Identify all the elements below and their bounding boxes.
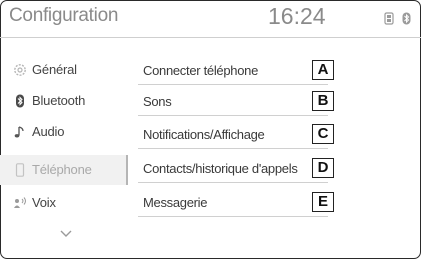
- divider: [138, 216, 328, 217]
- music-note-icon: [13, 125, 27, 139]
- menu-item-messaging[interactable]: Messagerie E: [138, 190, 338, 217]
- divider: [138, 84, 328, 85]
- menu-item-label: Messagerie: [143, 195, 208, 210]
- divider: [138, 115, 328, 116]
- sidebar-item-general[interactable]: Général: [0, 55, 128, 85]
- sidebar-item-bluetooth[interactable]: Bluetooth: [0, 86, 128, 116]
- divider: [138, 182, 328, 183]
- menu-item-label: Sons: [143, 94, 172, 109]
- sidebar-item-audio[interactable]: Audio: [0, 117, 128, 147]
- header-divider: [0, 37, 421, 38]
- callout-label: C: [312, 124, 334, 144]
- sidebar-item-voix[interactable]: Voix: [0, 188, 128, 218]
- page-title: Configuration: [9, 5, 119, 26]
- menu-item-label: Contacts/historique d'appels: [143, 161, 298, 176]
- bluetooth-icon: [402, 12, 411, 30]
- menu-item-connect-phone[interactable]: Connecter téléphone A: [138, 58, 338, 85]
- callout-label: D: [312, 158, 334, 178]
- menu-item-label: Notifications/Affichage: [143, 127, 265, 142]
- menu-item-label: Connecter téléphone: [143, 63, 259, 78]
- menu-item-notifications[interactable]: Notifications/Affichage C: [138, 122, 338, 149]
- settings-screen: Configuration 16:24 Général Bluetooth Au…: [0, 0, 421, 259]
- clock: 16:24: [268, 3, 326, 29]
- menu-item-sounds[interactable]: Sons B: [138, 89, 338, 116]
- sidebar-item-label: Voix: [32, 195, 56, 210]
- sidebar-item-label: Audio: [32, 124, 65, 139]
- phone-icon: [13, 163, 27, 177]
- sidebar-item-label: Téléphone: [32, 162, 92, 177]
- voice-icon: [13, 196, 27, 210]
- chevron-down-icon[interactable]: [58, 226, 74, 237]
- sidebar-item-label: Bluetooth: [32, 93, 86, 108]
- callout-label: A: [312, 60, 334, 80]
- sidebar-item-telephone[interactable]: Téléphone: [0, 155, 128, 185]
- sidebar-item-label: Général: [32, 62, 77, 77]
- callout-label: E: [312, 192, 334, 212]
- menu-item-contacts[interactable]: Contacts/historique d'appels D: [138, 156, 338, 183]
- gear-icon: [13, 63, 27, 77]
- callout-label: B: [312, 91, 334, 111]
- bluetooth-icon: [13, 94, 27, 108]
- phone-battery-icon: [384, 12, 394, 30]
- divider: [138, 148, 328, 149]
